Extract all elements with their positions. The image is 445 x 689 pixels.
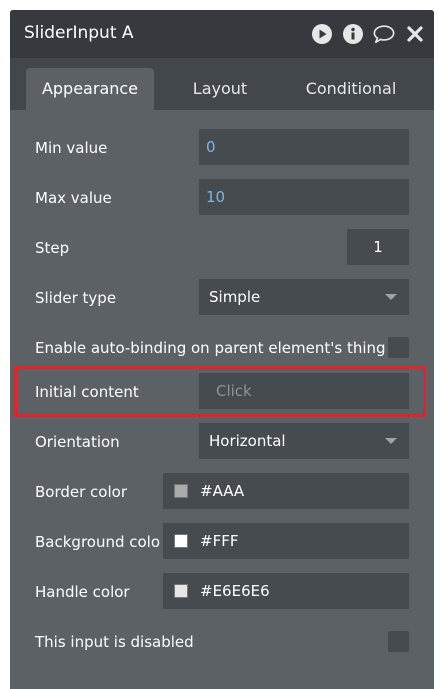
- orientation-label: Orientation: [35, 433, 120, 451]
- disabled-checkbox[interactable]: [388, 631, 409, 652]
- row-slider-type: Slider type Simple: [10, 279, 434, 319]
- row-disabled: This input is disabled: [10, 623, 434, 663]
- chevron-down-icon: [385, 294, 397, 300]
- border-color-value: #AAA: [200, 482, 245, 500]
- step-input[interactable]: 1: [347, 229, 409, 265]
- chevron-down-icon: [385, 438, 397, 444]
- auto-binding-label: Enable auto-binding on parent element's …: [35, 339, 386, 357]
- row-step: Step 1: [10, 229, 434, 269]
- orientation-value: Horizontal: [209, 432, 286, 450]
- border-color-swatch[interactable]: [174, 484, 188, 498]
- row-min-value: Min value 0: [10, 129, 434, 169]
- row-background-color: Background colo #FFF: [10, 523, 434, 563]
- max-value-label: Max value: [35, 189, 112, 207]
- border-color-picker[interactable]: #AAA: [163, 473, 409, 509]
- min-value-input[interactable]: 0: [199, 129, 409, 165]
- tab-conditional[interactable]: Conditional: [286, 68, 416, 110]
- row-orientation: Orientation Horizontal: [10, 423, 434, 463]
- row-max-value: Max value 10: [10, 179, 434, 219]
- background-color-value: #FFF: [200, 532, 239, 550]
- row-initial-content: Initial content Click: [10, 373, 434, 413]
- slider-type-dropdown[interactable]: Simple: [199, 279, 409, 315]
- handle-color-swatch[interactable]: [174, 584, 188, 598]
- row-border-color: Border color #AAA: [10, 473, 434, 513]
- background-color-picker[interactable]: #FFF: [163, 523, 409, 559]
- comment-icon[interactable]: [373, 23, 395, 45]
- slider-type-label: Slider type: [35, 289, 117, 307]
- handle-color-value: #E6E6E6: [200, 582, 270, 600]
- handle-color-picker[interactable]: #E6E6E6: [163, 573, 409, 609]
- tab-appearance[interactable]: Appearance: [26, 68, 154, 110]
- initial-content-label: Initial content: [35, 383, 139, 401]
- title-bar-icons: [302, 23, 426, 45]
- property-editor-panel: SliderInput A Appearance Layout Conditio…: [10, 10, 434, 689]
- initial-content-input[interactable]: Click: [199, 373, 409, 409]
- info-icon[interactable]: [342, 23, 364, 45]
- play-icon[interactable]: [311, 23, 333, 45]
- close-icon[interactable]: [404, 23, 426, 45]
- background-color-swatch[interactable]: [174, 534, 188, 548]
- auto-binding-checkbox[interactable]: [388, 337, 409, 358]
- element-title: SliderInput A: [24, 23, 134, 43]
- tab-layout[interactable]: Layout: [160, 68, 280, 110]
- handle-color-label: Handle color: [35, 583, 130, 601]
- title-bar: SliderInput A: [10, 10, 434, 58]
- tab-bar: Appearance Layout Conditional: [10, 58, 434, 110]
- slider-type-value: Simple: [209, 288, 261, 306]
- background-color-label: Background colo: [35, 533, 161, 551]
- row-handle-color: Handle color #E6E6E6: [10, 573, 434, 613]
- border-color-label: Border color: [35, 483, 127, 501]
- row-auto-binding: Enable auto-binding on parent element's …: [10, 329, 434, 369]
- max-value-input[interactable]: 10: [199, 179, 409, 215]
- step-label: Step: [35, 239, 70, 257]
- orientation-dropdown[interactable]: Horizontal: [199, 423, 409, 459]
- disabled-label: This input is disabled: [35, 633, 194, 651]
- min-value-label: Min value: [35, 139, 108, 157]
